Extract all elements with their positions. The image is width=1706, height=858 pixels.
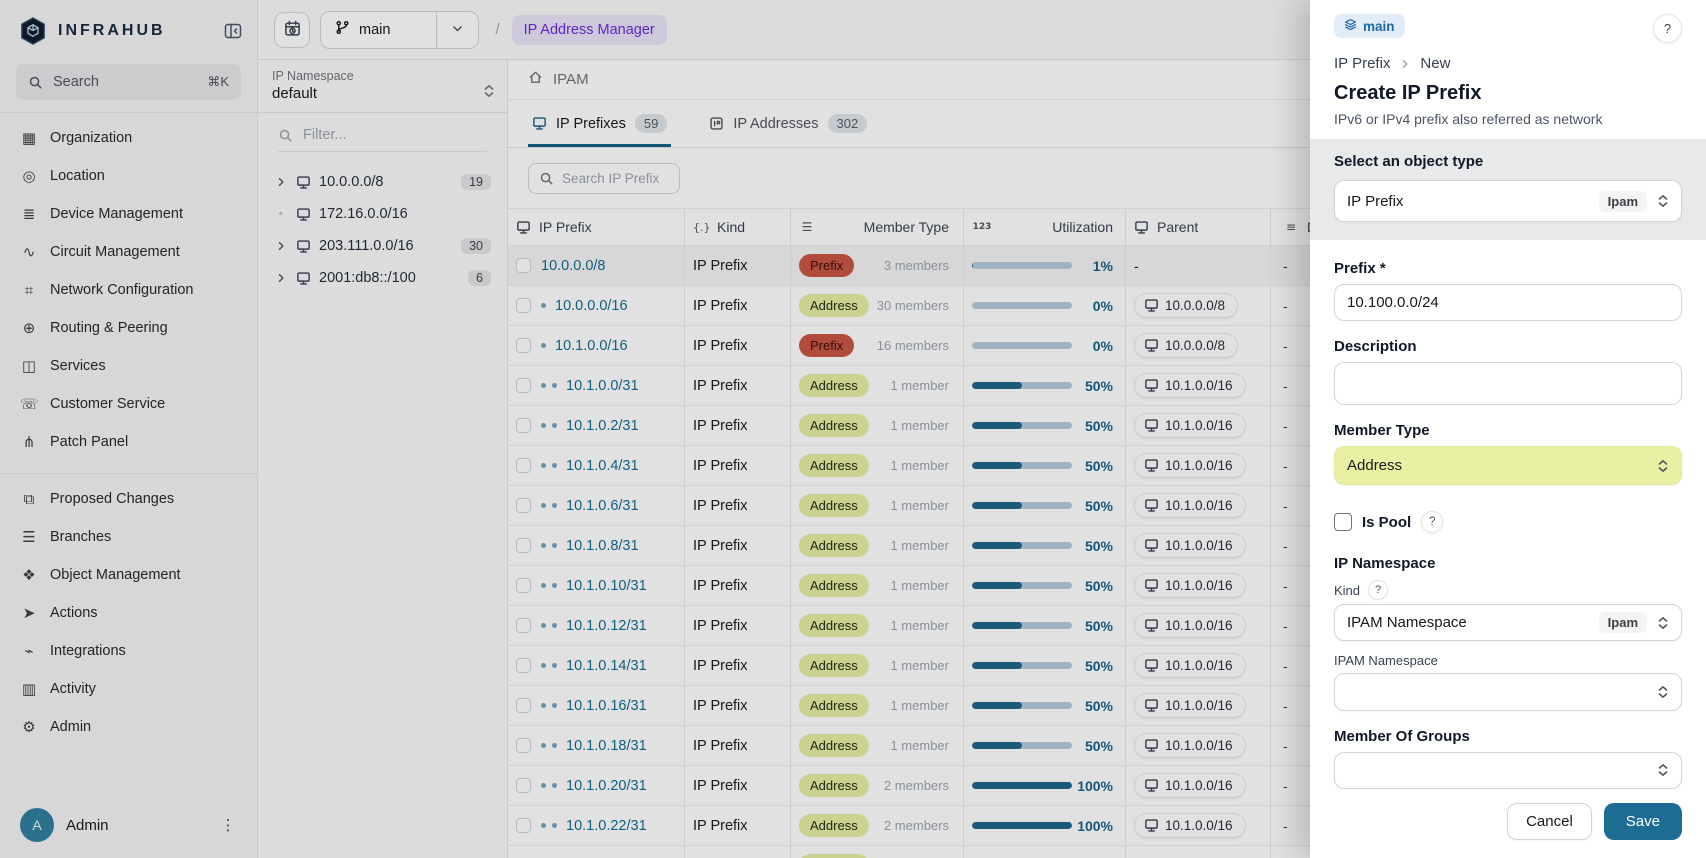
member-of-groups-select[interactable]: [1334, 752, 1682, 789]
drawer-breadcrumb: IP Prefix New: [1334, 55, 1682, 72]
member-type-select[interactable]: Address: [1334, 446, 1682, 485]
branch-badge-label: main: [1363, 19, 1395, 34]
cancel-button[interactable]: Cancel: [1507, 803, 1592, 840]
object-type-label: Select an object type: [1334, 153, 1682, 170]
updown-icon: [1657, 763, 1669, 777]
updown-icon: [1657, 459, 1669, 473]
member-type-value: Address: [1347, 457, 1402, 474]
ipam-namespace-label: IPAM Namespace: [1334, 653, 1682, 668]
member-type-label: Member Type: [1334, 422, 1682, 439]
help-button[interactable]: ?: [1653, 14, 1682, 43]
kind-label-row: Kind ?: [1334, 580, 1682, 600]
kind-label: Kind: [1334, 583, 1360, 598]
object-type-select[interactable]: IP Prefix Ipam: [1334, 180, 1682, 222]
branch-badge: main: [1334, 14, 1405, 38]
description-label: Description: [1334, 338, 1682, 355]
kind-value: IPAM Namespace: [1347, 614, 1467, 631]
chevron-right-icon: [1399, 58, 1411, 70]
object-type-section: Select an object type IP Prefix Ipam: [1310, 139, 1706, 240]
chevrons-up-down-icon: [1657, 616, 1669, 630]
object-type-value: IP Prefix: [1347, 193, 1403, 210]
create-ip-prefix-drawer: main ? IP Prefix New Create IP Prefix IP…: [1310, 0, 1706, 858]
kind-chip: Ipam: [1599, 612, 1647, 633]
drawer-subtitle: IPv6 or IPv4 prefix also referred as net…: [1334, 111, 1682, 127]
kind-help-icon[interactable]: ?: [1368, 580, 1388, 600]
chevrons-up-down-icon: [1657, 685, 1669, 699]
chevrons-up-down-icon: [1657, 459, 1669, 473]
ip-namespace-heading: IP Namespace: [1334, 555, 1682, 572]
prefix-input[interactable]: [1334, 284, 1682, 321]
layers-icon: [1344, 18, 1357, 34]
kind-select[interactable]: IPAM Namespace Ipam: [1334, 604, 1682, 641]
description-input[interactable]: [1334, 362, 1682, 405]
updown-icon: [1657, 616, 1669, 630]
ipam-namespace-select[interactable]: [1334, 673, 1682, 710]
breadcrumb-object-type[interactable]: IP Prefix: [1334, 55, 1390, 72]
is-pool-label: Is Pool: [1362, 514, 1411, 531]
save-button[interactable]: Save: [1604, 803, 1682, 840]
chevron-right-icon: [1399, 58, 1411, 70]
chevrons-up-down-icon: [1657, 763, 1669, 777]
updown-icon: [1657, 194, 1669, 208]
member-of-groups-label: Member Of Groups: [1334, 728, 1682, 745]
object-type-kind-chip: Ipam: [1599, 191, 1647, 212]
chevrons-up-down-icon: [1657, 194, 1669, 208]
breadcrumb-new: New: [1420, 55, 1450, 72]
layers-icon: [1344, 18, 1357, 31]
drawer-title: Create IP Prefix: [1334, 82, 1682, 105]
updown-icon: [1657, 685, 1669, 699]
is-pool-checkbox[interactable]: [1334, 513, 1352, 531]
is-pool-help-icon[interactable]: ?: [1421, 511, 1443, 533]
prefix-label: Prefix *: [1334, 260, 1682, 277]
